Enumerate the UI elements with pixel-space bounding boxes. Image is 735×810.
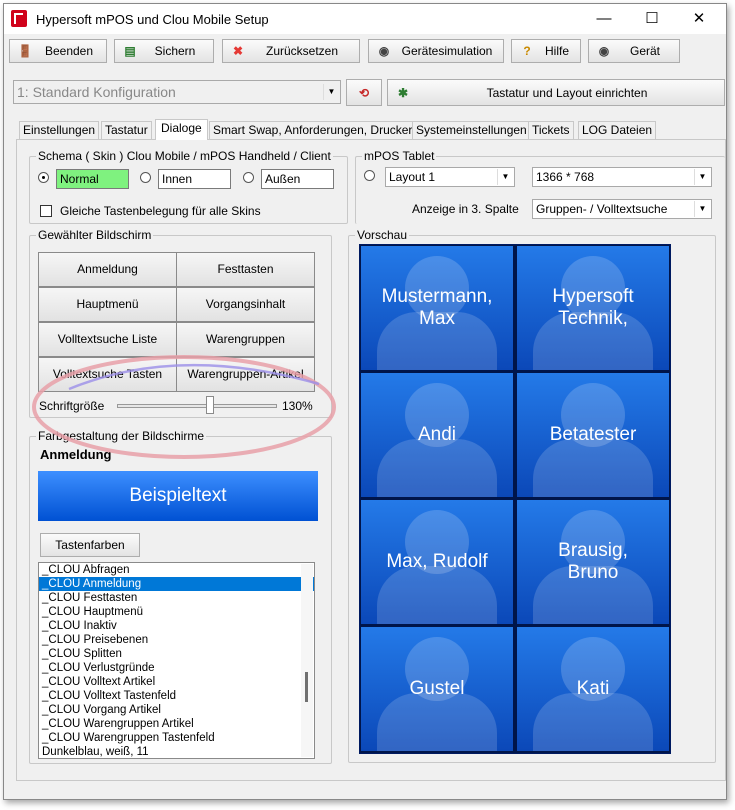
main-window: Hypersoft mPOS und Clou Mobile Setup — ☐… bbox=[3, 3, 727, 800]
hilfe-button[interactable]: ? Hilfe bbox=[511, 39, 581, 63]
sample-text-button[interactable]: Beispieltext bbox=[38, 471, 318, 521]
app-logo-icon bbox=[11, 10, 27, 27]
wrench-icon: ✱ bbox=[397, 85, 409, 100]
title-bar: Hypersoft mPOS und Clou Mobile Setup — ☐… bbox=[4, 4, 726, 34]
resolution-select[interactable]: 1366 * 768 ▼ bbox=[532, 167, 712, 187]
geraet-button[interactable]: ◉ Gerät bbox=[588, 39, 680, 63]
list-item[interactable]: _CLOU Hauptmenü bbox=[39, 605, 314, 619]
colors-group: Farbgestaltung der Bildschirme Anmeldung… bbox=[29, 429, 332, 764]
save-icon: ▤ bbox=[124, 44, 136, 58]
beenden-button[interactable]: 🚪 Beenden bbox=[9, 39, 107, 63]
user-tile[interactable]: Gustel bbox=[361, 627, 513, 751]
list-item[interactable]: _CLOU Vorgang Artikel bbox=[39, 703, 314, 717]
list-item-selected[interactable]: _CLOU Anmeldung bbox=[39, 577, 314, 591]
tab-smart-swap[interactable]: Smart Swap, Anforderungen, Drucker bbox=[209, 121, 417, 139]
radio-tablet[interactable] bbox=[364, 170, 375, 181]
list-item[interactable]: _CLOU Preisebenen bbox=[39, 633, 314, 647]
list-item[interactable]: _CLOU Volltext Tastenfeld bbox=[39, 689, 314, 703]
radio-normal[interactable] bbox=[38, 172, 49, 183]
tab-tastatur[interactable]: Tastatur bbox=[101, 121, 152, 139]
tastatur-layout-button[interactable]: ✱ Tastatur und Layout einrichten bbox=[387, 79, 725, 106]
toolbar: 🚪 Beenden ▤ Sichern ✖ Zurücksetzen ◉ Ger… bbox=[4, 37, 726, 65]
user-tile[interactable]: Betatester bbox=[517, 373, 669, 497]
color-scheme-list[interactable]: _CLOU Abfragen _CLOU Anmeldung _CLOU Fes… bbox=[38, 562, 315, 759]
exit-door-icon: 🚪 bbox=[17, 44, 33, 58]
list-scrollbar[interactable] bbox=[301, 564, 313, 757]
eye-icon: ◉ bbox=[598, 44, 610, 58]
tablet-group: mPOS Tablet Layout 1 ▼ 1366 * 768 ▼ Anze… bbox=[355, 149, 725, 224]
chevron-down-icon: ▼ bbox=[694, 169, 710, 185]
list-item[interactable]: _CLOU Abfragen bbox=[39, 563, 314, 577]
tab-log-dateien[interactable]: LOG Dateien bbox=[578, 121, 657, 139]
list-item[interactable]: Dunkelblau, weiß, 11 bbox=[39, 745, 314, 758]
tab-tickets[interactable]: Tickets bbox=[528, 121, 574, 139]
list-item[interactable]: _CLOU Warengruppen Artikel bbox=[39, 717, 314, 731]
user-tile[interactable]: Brausig, Bruno bbox=[517, 500, 669, 624]
screen-vorgangsinhalt-button[interactable]: Vorgangsinhalt bbox=[176, 287, 315, 322]
refresh-icon: ⟲ bbox=[358, 85, 370, 100]
highlight-ellipse-annotation bbox=[32, 355, 336, 459]
maximize-button[interactable]: ☐ bbox=[629, 4, 675, 34]
user-tile[interactable]: Mustermann, Max bbox=[361, 246, 513, 370]
tab-einstellungen[interactable]: Einstellungen bbox=[19, 121, 100, 139]
list-item[interactable]: _CLOU Verlustgründe bbox=[39, 661, 314, 675]
list-item[interactable]: _CLOU Warengruppen Tastenfeld bbox=[39, 731, 314, 745]
sichern-button[interactable]: ▤ Sichern bbox=[114, 39, 214, 63]
chevron-down-icon: ▼ bbox=[694, 201, 710, 217]
tab-dialoge[interactable]: Dialoge bbox=[155, 119, 208, 140]
innen-field[interactable]: Innen bbox=[158, 169, 231, 189]
user-tile[interactable]: Max, Rudolf bbox=[361, 500, 513, 624]
geraetesimulation-button[interactable]: ◉ Gerätesimulation bbox=[368, 39, 504, 63]
chevron-down-icon: ▼ bbox=[323, 84, 339, 100]
help-icon: ? bbox=[523, 44, 531, 58]
radio-innen[interactable] bbox=[140, 172, 151, 183]
radio-aussen[interactable] bbox=[243, 172, 254, 183]
reset-x-icon: ✖ bbox=[232, 44, 244, 58]
list-item[interactable]: _CLOU Volltext Artikel bbox=[39, 675, 314, 689]
screen-hauptmenue-button[interactable]: Hauptmenü bbox=[38, 287, 177, 322]
layout-select[interactable]: Layout 1 ▼ bbox=[385, 167, 515, 187]
zuruecksetzen-button[interactable]: ✖ Zurücksetzen bbox=[222, 39, 360, 63]
list-item[interactable]: _CLOU Festtasten bbox=[39, 591, 314, 605]
user-tile[interactable]: Andi bbox=[361, 373, 513, 497]
config-select[interactable]: 1: Standard Konfiguration ▼ bbox=[13, 80, 341, 104]
eye-icon: ◉ bbox=[378, 44, 390, 58]
close-button[interactable]: ✕ bbox=[676, 4, 722, 34]
chevron-down-icon: ▼ bbox=[497, 169, 513, 185]
minimize-button[interactable]: — bbox=[581, 4, 627, 34]
anzeige-select[interactable]: Gruppen- / Volltextsuche ▼ bbox=[532, 199, 712, 219]
refresh-button[interactable]: ⟲ bbox=[346, 79, 382, 106]
preview-panel: Mustermann, Max Hypersoft Technik, Andi … bbox=[359, 244, 671, 754]
scrollbar-thumb[interactable] bbox=[305, 672, 308, 702]
tastenfarben-button[interactable]: Tastenfarben bbox=[40, 533, 140, 557]
screen-festtasten-button[interactable]: Festtasten bbox=[176, 252, 315, 287]
user-tile[interactable]: Hypersoft Technik, bbox=[517, 246, 669, 370]
aussen-field[interactable]: Außen bbox=[261, 169, 334, 189]
schema-group: Schema ( Skin ) Clou Mobile / mPOS Handh… bbox=[29, 149, 348, 224]
tab-systemeinstellungen[interactable]: Systemeinstellungen bbox=[412, 121, 531, 139]
window-title: Hypersoft mPOS und Clou Mobile Setup bbox=[36, 12, 269, 27]
list-item[interactable]: _CLOU Inaktiv bbox=[39, 619, 314, 633]
list-item[interactable]: _CLOU Splitten bbox=[39, 647, 314, 661]
same-keys-checkbox[interactable] bbox=[40, 205, 52, 217]
screen-anmeldung-button[interactable]: Anmeldung bbox=[38, 252, 177, 287]
anzeige-label: Anzeige in 3. Spalte bbox=[412, 202, 519, 216]
normal-field[interactable]: Normal bbox=[56, 169, 129, 189]
same-keys-label: Gleiche Tastenbelegung für alle Skins bbox=[60, 204, 261, 218]
user-tile[interactable]: Kati bbox=[517, 627, 669, 751]
